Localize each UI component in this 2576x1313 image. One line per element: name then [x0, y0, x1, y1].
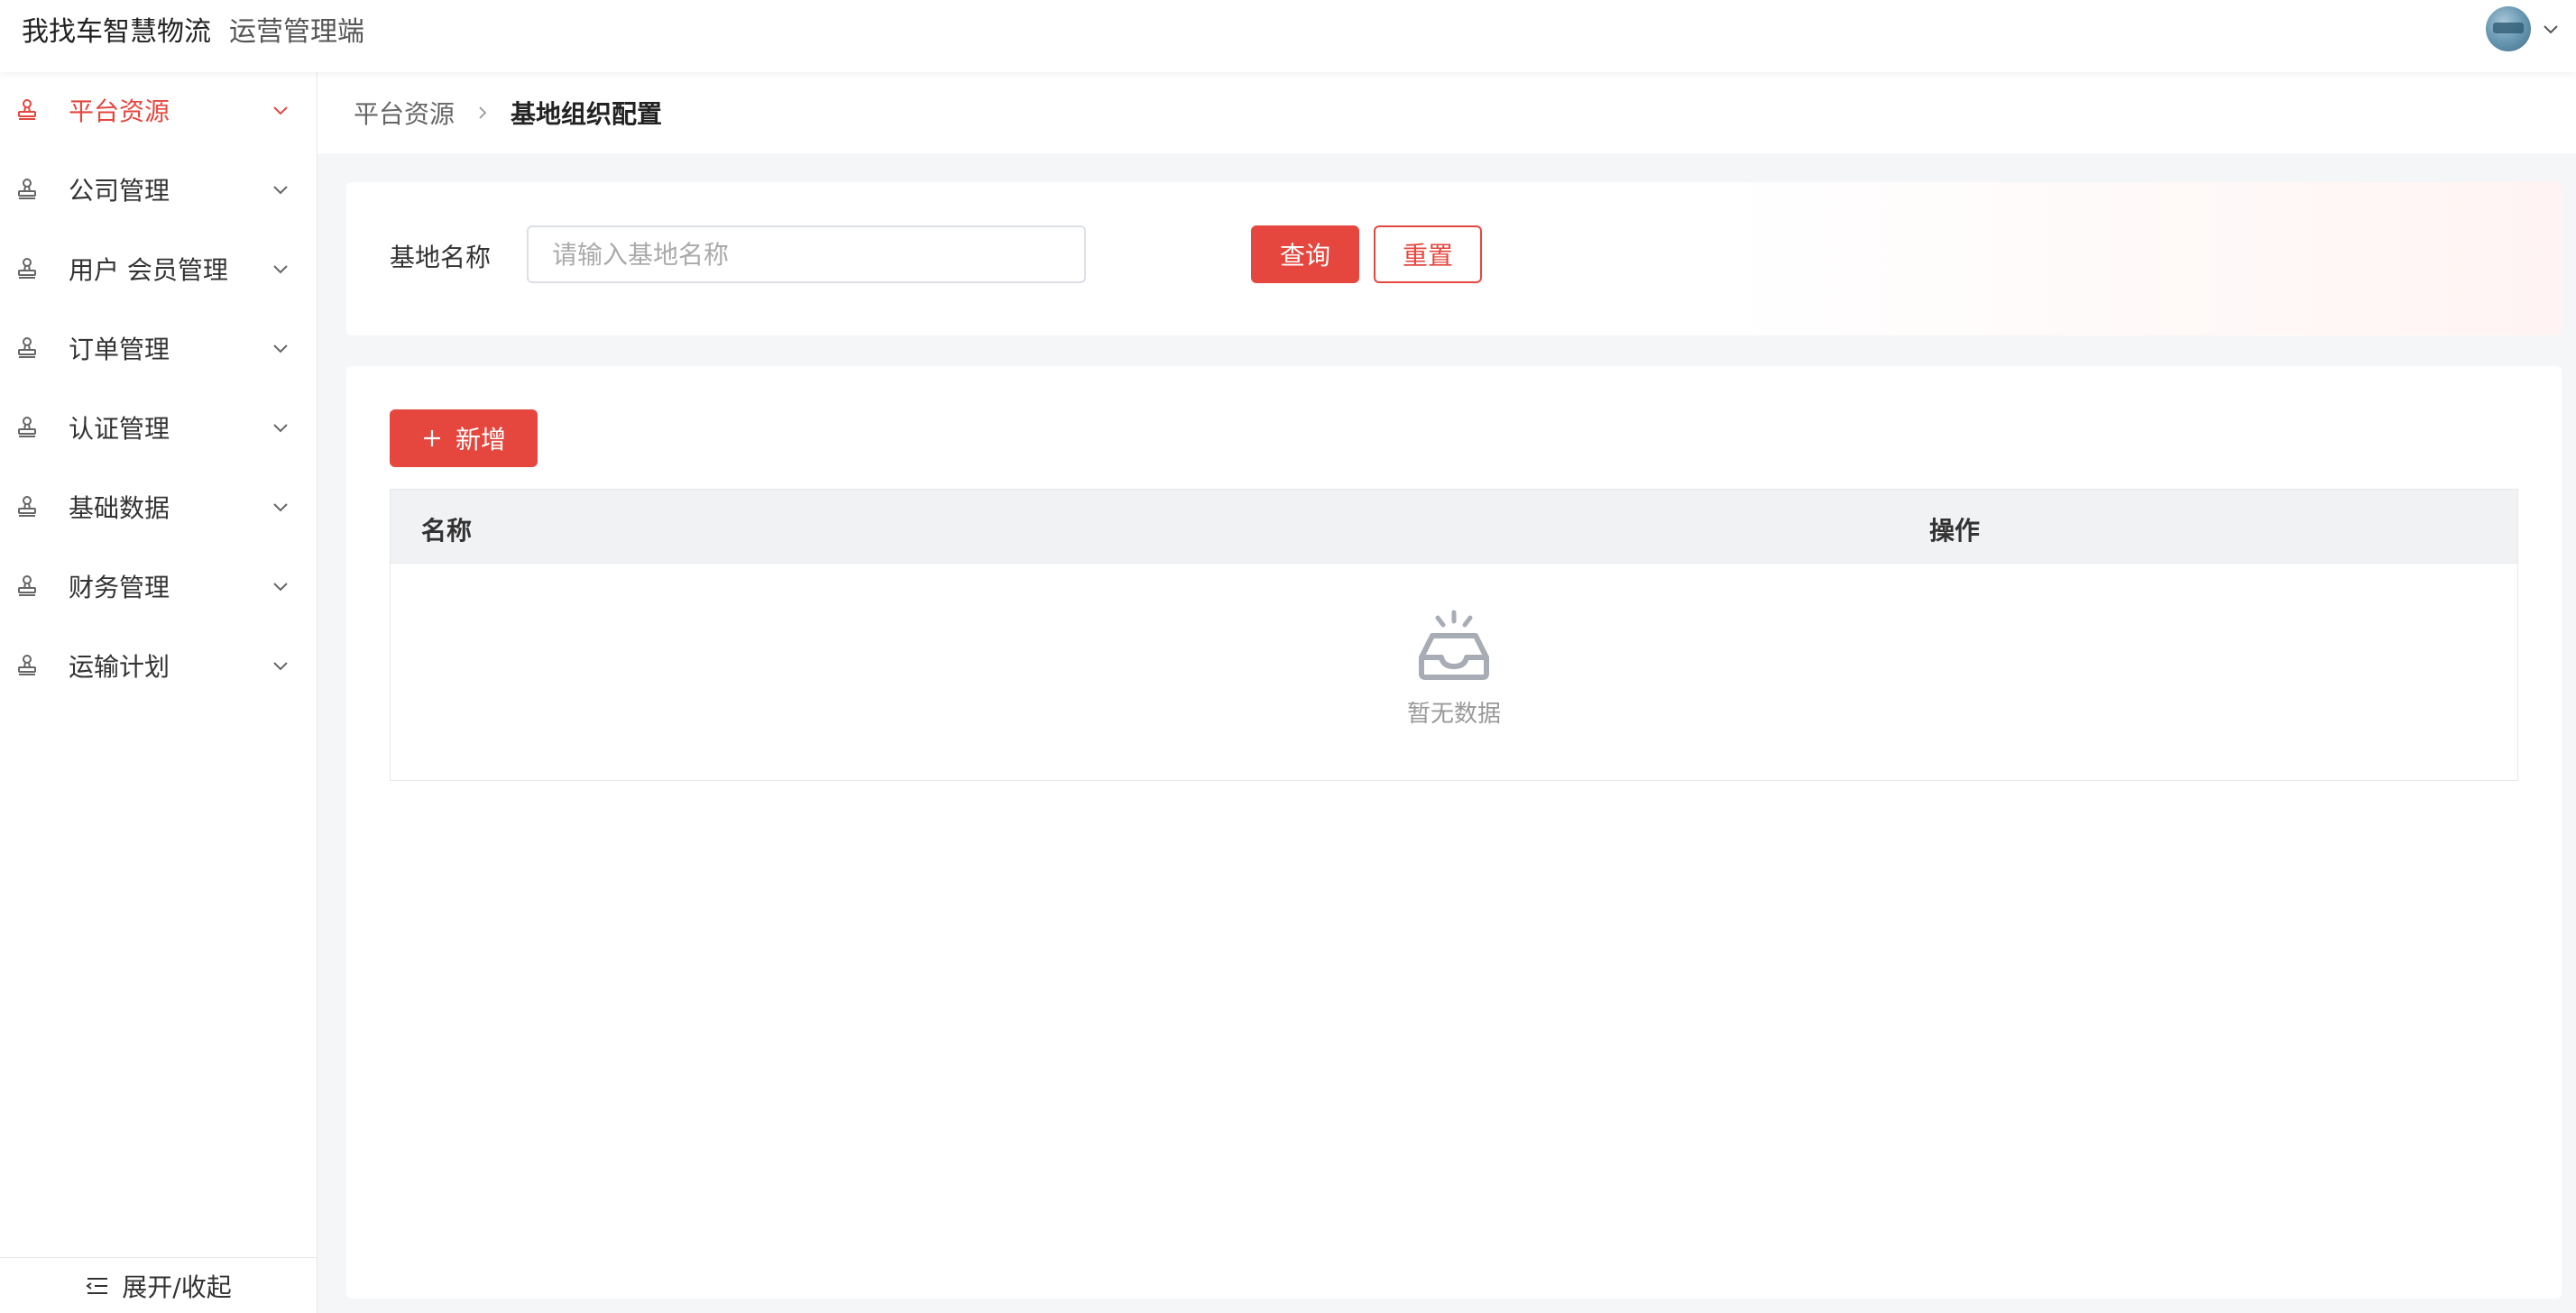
indent-icon — [86, 1277, 108, 1294]
reset-button[interactable]: 重置 — [1374, 225, 1482, 283]
breadcrumb-current: 基地组织配置 — [511, 99, 663, 129]
chevron-down-icon — [273, 424, 288, 433]
column-header-actions: 操作 — [1929, 516, 1981, 546]
empty-inbox-icon — [1419, 610, 1489, 680]
sidebar-item-basic-data[interactable]: 基础数据 — [0, 471, 317, 543]
user-menu[interactable] — [2486, 4, 2562, 54]
chevron-down-icon — [273, 265, 288, 274]
sidebar-toggle-button[interactable]: 展开/收起 — [0, 1257, 317, 1313]
data-table: 名称 操作 暂无数据 — [390, 489, 2518, 781]
chevron-right-icon — [479, 106, 487, 119]
chevron-down-icon — [273, 344, 288, 354]
brand-name: 我找车智慧物流 — [22, 16, 211, 48]
stamp-icon — [18, 417, 36, 437]
top-header: 我找车智慧物流 运营管理端 — [0, 0, 2576, 72]
stamp-icon — [18, 575, 36, 596]
plus-icon — [423, 430, 440, 446]
sidebar-item-label: 用户 会员管理 — [69, 255, 228, 285]
breadcrumb: 平台资源 基地组织配置 — [317, 72, 2576, 153]
chevron-down-icon[interactable] — [2540, 18, 2562, 40]
add-button[interactable]: 新增 — [390, 409, 538, 467]
sidebar-item-label: 运输计划 — [69, 652, 170, 682]
table-header: 名称 操作 — [391, 490, 2517, 564]
breadcrumb-parent[interactable]: 平台资源 — [354, 95, 455, 131]
sidebar-item-finance[interactable]: 财务管理 — [0, 550, 317, 622]
chevron-down-icon — [273, 186, 288, 195]
sidebar-item-certification[interactable]: 认证管理 — [0, 391, 317, 464]
column-header-name: 名称 — [421, 516, 473, 546]
stamp-icon — [18, 258, 36, 279]
sidebar-item-label: 公司管理 — [69, 176, 170, 206]
sidebar-item-orders[interactable]: 订单管理 — [0, 312, 317, 384]
chevron-down-icon — [273, 503, 288, 512]
stamp-icon — [18, 496, 36, 517]
sidebar-item-label: 基础数据 — [69, 493, 170, 523]
sidebar-item-users[interactable]: 用户 会员管理 — [0, 233, 317, 305]
brand-subtitle: 运营管理端 — [229, 16, 364, 48]
sidebar-item-label: 财务管理 — [69, 573, 170, 602]
brand: 我找车智慧物流 运营管理端 — [22, 0, 364, 58]
add-button-label: 新增 — [455, 425, 506, 454]
chevron-down-icon — [273, 662, 288, 671]
sidebar: 平台资源 公司管理 用户 会员管理 订单管理 认证管理 基础数据 财务管理 运输… — [0, 72, 317, 1313]
base-name-input[interactable] — [527, 225, 1086, 283]
avatar[interactable] — [2486, 6, 2531, 51]
sidebar-item-company[interactable]: 公司管理 — [0, 153, 317, 225]
sidebar-item-label: 认证管理 — [69, 414, 170, 444]
stamp-icon — [18, 655, 36, 675]
search-panel: 基地名称 查询 重置 — [346, 182, 2562, 335]
empty-state-text: 暂无数据 — [1406, 700, 1501, 728]
stamp-icon — [18, 337, 36, 358]
sidebar-item-transport-plan[interactable]: 运输计划 — [0, 629, 317, 702]
chevron-down-icon — [273, 106, 288, 115]
table-panel: 新增 名称 操作 暂无数据 — [346, 366, 2562, 1299]
sidebar-toggle-label: 展开/收起 — [122, 1272, 232, 1302]
query-button[interactable]: 查询 — [1251, 225, 1359, 283]
sidebar-item-platform-resources[interactable]: 平台资源 — [0, 74, 317, 146]
sidebar-item-label: 订单管理 — [69, 335, 170, 364]
app-root: 我找车智慧物流 运营管理端 平台资源 公司管理 用户 会员管理 订单管理 认证管… — [0, 0, 2576, 1313]
empty-state: 暂无数据 — [391, 564, 2517, 780]
stamp-icon — [18, 179, 36, 199]
search-field-label: 基地名称 — [390, 243, 492, 272]
sidebar-item-label: 平台资源 — [69, 96, 170, 126]
stamp-icon — [18, 99, 36, 120]
chevron-down-icon — [273, 583, 288, 592]
